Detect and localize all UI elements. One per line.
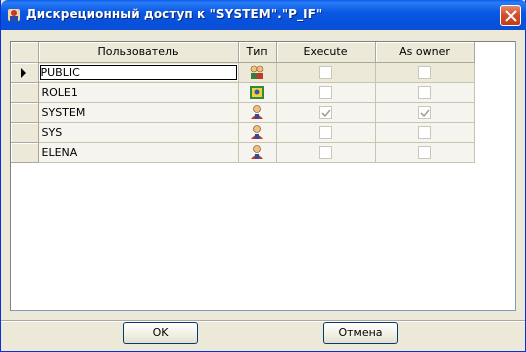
close-button[interactable]	[500, 5, 521, 26]
type-cell	[238, 102, 277, 123]
as-owner-checkbox[interactable]	[418, 145, 431, 159]
type-cell	[238, 142, 277, 163]
execute-checkbox[interactable]	[319, 85, 332, 99]
column-header-execute[interactable]: Execute	[276, 42, 376, 63]
execute-cell[interactable]	[276, 102, 376, 123]
execute-checkbox[interactable]	[319, 105, 332, 119]
as-owner-checkbox[interactable]	[418, 85, 431, 99]
user-cell-text: PUBLIC	[38, 63, 238, 81]
row-indicator[interactable]	[11, 102, 39, 123]
row-indicator[interactable]	[11, 142, 39, 163]
window-title: Дискреционный доступ к "SYSTEM"."P_IF"	[26, 7, 323, 21]
user-cell[interactable]: ELENA	[38, 142, 239, 163]
execute-cell[interactable]	[276, 142, 376, 163]
user-icon	[251, 105, 263, 119]
column-header-as-owner[interactable]: As owner	[375, 42, 475, 63]
column-header-type[interactable]: Тип	[238, 42, 277, 63]
column-header-user[interactable]: Пользователь	[38, 42, 239, 63]
table-row[interactable]: ELENA	[11, 142, 475, 163]
cancel-button[interactable]: Отмена	[323, 322, 398, 344]
execute-checkbox[interactable]	[319, 145, 332, 159]
as-owner-checkbox[interactable]	[418, 125, 431, 139]
as-owner-cell[interactable]	[375, 102, 475, 123]
execute-cell[interactable]	[276, 82, 376, 103]
close-icon	[505, 10, 517, 22]
execute-cell[interactable]	[276, 62, 376, 83]
user-cell[interactable]: SYS	[38, 122, 239, 143]
user-cell[interactable]: SYSTEM	[38, 102, 239, 123]
ok-button[interactable]: OK	[123, 322, 198, 344]
title-bar[interactable]: Дискреционный доступ к "SYSTEM"."P_IF"	[1, 0, 526, 30]
type-cell	[238, 122, 277, 143]
execute-checkbox[interactable]	[319, 65, 332, 79]
dialog-window: Дискреционный доступ к "SYSTEM"."P_IF" П…	[0, 0, 526, 352]
as-owner-checkbox[interactable]	[418, 65, 431, 79]
button-separator	[1, 320, 525, 322]
current-row-arrow-icon	[21, 67, 26, 78]
as-owner-cell[interactable]	[375, 122, 475, 143]
execute-checkbox[interactable]	[319, 125, 332, 139]
as-owner-cell[interactable]	[375, 142, 475, 163]
user-icon	[251, 125, 263, 139]
user-icon	[251, 145, 263, 159]
row-indicator[interactable]	[11, 82, 39, 103]
permissions-grid[interactable]: Пользователь Тип Execute As owner PUBLIC	[10, 41, 516, 311]
role-icon	[250, 86, 264, 99]
users-group-icon	[250, 65, 264, 79]
user-cell[interactable]: ROLE1	[38, 82, 239, 103]
table-row[interactable]: ROLE1	[11, 82, 475, 103]
user-cell[interactable]: PUBLIC	[38, 62, 239, 83]
as-owner-checkbox[interactable]	[418, 105, 431, 119]
table-row[interactable]: SYSTEM	[11, 102, 475, 123]
row-indicator[interactable]	[11, 62, 39, 83]
row-indicator[interactable]	[11, 122, 39, 143]
type-cell	[238, 62, 277, 83]
checkmark-icon	[321, 109, 331, 117]
as-owner-cell[interactable]	[375, 62, 475, 83]
execute-cell[interactable]	[276, 122, 376, 143]
row-indicator-header	[11, 42, 39, 63]
app-icon	[8, 9, 20, 21]
as-owner-cell[interactable]	[375, 82, 475, 103]
table-row[interactable]: SYS	[11, 122, 475, 143]
table-row[interactable]: PUBLIC	[11, 62, 475, 83]
type-cell	[238, 82, 277, 103]
checkmark-icon	[420, 109, 430, 117]
